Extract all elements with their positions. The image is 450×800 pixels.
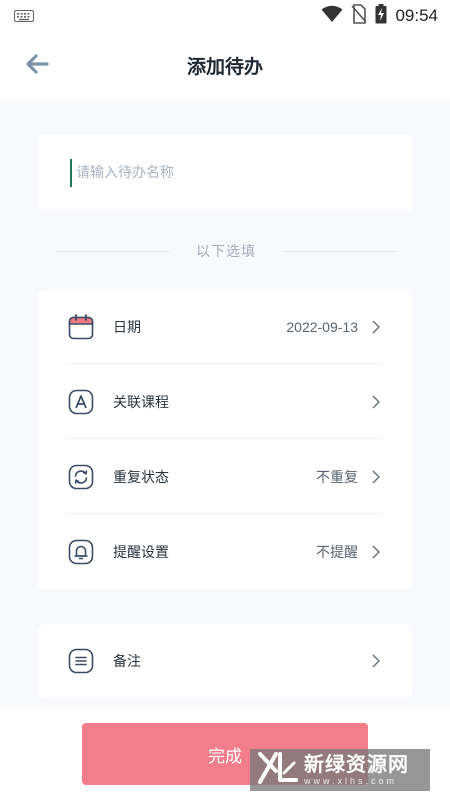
option-row-repeat[interactable]: 重复状态 不重复 — [68, 440, 382, 514]
divider-line-right — [282, 250, 396, 252]
option-row-course[interactable]: 关联课程 — [68, 365, 382, 439]
divider-line-left — [56, 250, 170, 252]
watermark-title: 新绿资源网 — [304, 752, 409, 776]
calendar-icon — [68, 314, 94, 340]
option-label: 日期 — [113, 320, 141, 336]
battery-charging-icon — [375, 4, 387, 28]
todo-name-input[interactable] — [70, 159, 390, 187]
row-separator — [68, 363, 382, 364]
clock-time: 09:54 — [395, 6, 438, 25]
notes-card: 备注 — [38, 624, 412, 698]
option-label: 关联课程 — [113, 395, 169, 411]
options-card: 日期 2022-09-13 关联课程 重复状态 不重复 提醒设置 不提醒 — [38, 290, 412, 589]
wifi-icon — [321, 5, 343, 27]
todo-name-card — [38, 135, 412, 211]
watermark-text: 新绿资源网 www.xlhs.com — [304, 754, 409, 786]
chevron-right-icon — [372, 395, 382, 409]
row-separator — [68, 513, 382, 514]
option-label: 备注 — [113, 654, 141, 670]
option-label: 重复状态 — [113, 470, 169, 486]
optional-divider: 以下选填 — [56, 240, 396, 262]
app-header: 添加待办 — [0, 32, 450, 100]
course-a-icon — [68, 389, 94, 415]
watermark-logo-icon — [258, 751, 298, 789]
chevron-right-icon — [372, 470, 382, 484]
repeat-icon — [68, 464, 94, 490]
page-title: 添加待办 — [186, 56, 263, 78]
notes-icon — [68, 648, 94, 674]
watermark-subtitle: www.xlhs.com — [304, 776, 398, 786]
bell-icon — [68, 539, 94, 565]
option-label: 提醒设置 — [113, 545, 169, 561]
option-row-reminder[interactable]: 提醒设置 不提醒 — [68, 515, 382, 589]
option-row-notes[interactable]: 备注 — [68, 624, 382, 698]
chevron-right-icon — [372, 654, 382, 668]
watermark: 新绿资源网 www.xlhs.com — [250, 749, 430, 791]
option-value: 不重复 — [316, 470, 358, 486]
chevron-right-icon — [372, 545, 382, 559]
status-bar: 09:54 — [0, 0, 450, 32]
option-row-date[interactable]: 日期 2022-09-13 — [68, 290, 382, 364]
chevron-right-icon — [372, 320, 382, 334]
option-value: 2022-09-13 — [286, 319, 358, 335]
option-value: 不提醒 — [316, 545, 358, 561]
row-separator — [68, 438, 382, 439]
no-sim-icon — [351, 4, 368, 28]
keyboard-icon — [14, 7, 34, 26]
optional-divider-text: 以下选填 — [196, 244, 256, 260]
